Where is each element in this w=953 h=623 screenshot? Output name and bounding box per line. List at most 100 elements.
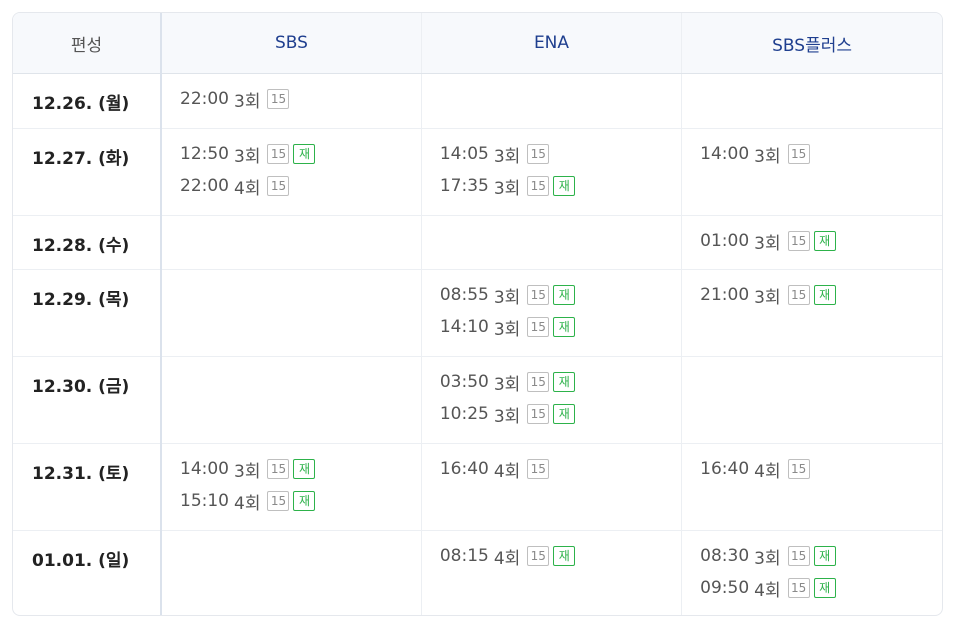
airing-slot[interactable]: 12:50 3회 15 재 bbox=[180, 142, 421, 167]
rerun-badge: 재 bbox=[813, 231, 836, 251]
age-rating-badge: 15 bbox=[527, 176, 550, 196]
airing-time: 14:10 bbox=[439, 317, 489, 337]
rerun-badge: 재 bbox=[553, 372, 576, 392]
airing-time: 22:00 bbox=[180, 89, 229, 109]
schedule-cell-sbs: 12:50 3회 15 재 22:00 4회 15 bbox=[160, 128, 422, 216]
schedule-cell-sbs-plus: 01:00 3회 15 재 bbox=[681, 215, 942, 270]
airing-slot[interactable]: 08:30 3회 15 재 bbox=[700, 544, 942, 569]
schedule-cell-sbs bbox=[160, 269, 422, 357]
airing-slot[interactable]: 22:00 3회 15 bbox=[180, 87, 421, 112]
schedule-cell-sbs-plus: 08:30 3회 15 재 09:50 4회 15 재 bbox=[681, 530, 942, 615]
airing-time: 01:00 bbox=[700, 231, 750, 251]
age-rating-badge: 15 bbox=[527, 144, 550, 164]
age-rating-badge: 15 bbox=[787, 231, 810, 251]
episode-number: 3회 bbox=[754, 287, 781, 308]
airing-slot[interactable]: 03:50 3회 15 재 bbox=[439, 370, 681, 395]
age-rating-badge: 15 bbox=[787, 144, 810, 164]
age-rating-badge: 15 bbox=[527, 459, 550, 479]
rerun-badge: 재 bbox=[553, 176, 576, 196]
header-row: 편성 SBS ENA SBS플러스 bbox=[13, 13, 942, 74]
date-cell: 12.30. (금) bbox=[13, 356, 162, 444]
schedule-cell-sbs: 14:00 3회 15 재 15:10 4회 15 재 bbox=[160, 443, 422, 531]
airing-time: 14:00 bbox=[700, 144, 750, 164]
episode-number: 3회 bbox=[493, 287, 521, 308]
age-rating-badge: 15 bbox=[267, 491, 290, 511]
schedule-table-container: 편성 SBS ENA SBS플러스 12.26. (월) 22:00 3회 15 12.… bbox=[12, 12, 943, 616]
airing-slot[interactable]: 21:00 3회 15 재 bbox=[700, 283, 942, 308]
airing-slot[interactable]: 14:05 3회 15 bbox=[439, 142, 681, 167]
airing-time: 21:00 bbox=[700, 285, 750, 305]
schedule-cell-sbs bbox=[160, 356, 422, 444]
episode-number: 3회 bbox=[234, 91, 261, 112]
schedule-row: 12.26. (월) 22:00 3회 15 bbox=[13, 73, 942, 129]
date-cell: 12.26. (월) bbox=[13, 73, 162, 129]
age-rating-badge: 15 bbox=[787, 459, 810, 479]
date-cell: 12.29. (목) bbox=[13, 269, 162, 357]
rerun-badge: 재 bbox=[293, 144, 316, 164]
rerun-badge: 재 bbox=[813, 546, 836, 566]
episode-number: 3회 bbox=[493, 374, 521, 395]
broadcast-schedule-table: 편성 SBS ENA SBS플러스 12.26. (월) 22:00 3회 15 12.… bbox=[13, 13, 942, 615]
airing-time: 08:55 bbox=[439, 285, 489, 305]
airing-slot[interactable]: 08:55 3회 15 재 bbox=[439, 283, 681, 308]
age-rating-badge: 15 bbox=[787, 546, 810, 566]
schedule-cell-sbs-plus: 14:00 3회 15 bbox=[681, 128, 942, 216]
airing-time: 22:00 bbox=[180, 176, 229, 196]
airing-slot[interactable]: 09:50 4회 15 재 bbox=[700, 576, 942, 601]
schedule-cell-ena: 14:05 3회 15 17:35 3회 15 재 bbox=[420, 128, 682, 216]
airing-time: 17:35 bbox=[439, 176, 489, 196]
rerun-badge: 재 bbox=[293, 459, 316, 479]
age-rating-badge: 15 bbox=[527, 546, 550, 566]
rerun-badge: 재 bbox=[813, 578, 836, 598]
schedule-cell-sbs-plus: 16:40 4회 15 bbox=[681, 443, 942, 531]
airing-slot[interactable]: 14:00 3회 15 bbox=[700, 142, 942, 167]
schedule-cell-sbs-plus bbox=[681, 73, 942, 129]
airing-slot[interactable]: 14:10 3회 15 재 bbox=[439, 315, 681, 340]
episode-number: 3회 bbox=[754, 146, 781, 167]
airing-slot[interactable]: 15:10 4회 15 재 bbox=[180, 489, 421, 514]
schedule-cell-ena bbox=[420, 73, 682, 129]
date-cell: 12.31. (토) bbox=[13, 443, 162, 531]
schedule-cell-ena: 08:15 4회 15 재 bbox=[420, 530, 682, 615]
airing-time: 16:40 bbox=[439, 459, 489, 479]
header-corner: 편성 bbox=[13, 13, 162, 74]
rerun-badge: 재 bbox=[813, 285, 836, 305]
airing-slot[interactable]: 08:15 4회 15 재 bbox=[439, 544, 681, 569]
airing-slot[interactable]: 16:40 4회 15 bbox=[700, 457, 942, 482]
airing-time: 08:30 bbox=[700, 546, 750, 566]
age-rating-badge: 15 bbox=[267, 89, 290, 109]
date-cell: 12.28. (수) bbox=[13, 215, 162, 270]
schedule-cell-ena bbox=[420, 215, 682, 270]
rerun-badge: 재 bbox=[553, 317, 576, 337]
age-rating-badge: 15 bbox=[787, 285, 810, 305]
episode-number: 3회 bbox=[754, 548, 781, 569]
airing-slot[interactable]: 10:25 3회 15 재 bbox=[440, 402, 681, 427]
episode-number: 3회 bbox=[493, 319, 521, 340]
airing-time: 08:15 bbox=[439, 546, 489, 566]
channel-header-sbs: SBS bbox=[160, 13, 422, 74]
airing-time: 09:50 bbox=[700, 578, 750, 598]
airing-time: 03:50 bbox=[439, 372, 489, 392]
airing-slot[interactable]: 17:35 3회 15 재 bbox=[439, 174, 681, 199]
age-rating-badge: 15 bbox=[527, 372, 550, 392]
airing-time: 14:05 bbox=[439, 144, 489, 164]
age-rating-badge: 15 bbox=[527, 404, 550, 424]
episode-number: 3회 bbox=[234, 146, 261, 167]
episode-number: 4회 bbox=[754, 580, 781, 601]
airing-slot[interactable]: 16:40 4회 15 bbox=[439, 457, 681, 482]
episode-number: 4회 bbox=[234, 493, 261, 514]
channel-header-ena: ENA bbox=[420, 13, 682, 74]
schedule-row: 12.30. (금) 03:50 3회 15 재 10:25 3회 15 재 bbox=[13, 356, 942, 444]
episode-number: 3회 bbox=[493, 406, 521, 427]
schedule-cell-ena: 03:50 3회 15 재 10:25 3회 15 재 bbox=[420, 356, 682, 444]
schedule-row: 12.29. (목) 08:55 3회 15 재 14:10 3회 15 재 21:00 3회 15 재 bbox=[13, 269, 942, 357]
schedule-row: 01.01. (일) 08:15 4회 15 재 08:30 3회 15 재 09:50 4회 15 재 bbox=[13, 530, 942, 615]
rerun-badge: 재 bbox=[293, 491, 316, 511]
airing-slot[interactable]: 14:00 3회 15 재 bbox=[180, 457, 421, 482]
schedule-body: 12.26. (월) 22:00 3회 15 12.27. (화) 12:50 3회 15 재 2… bbox=[13, 73, 942, 615]
schedule-row: 12.27. (화) 12:50 3회 15 재 22:00 4회 15 14:05 3회 15 17… bbox=[13, 128, 942, 216]
airing-slot[interactable]: 22:00 4회 15 bbox=[180, 174, 421, 199]
schedule-row: 12.28. (수) 01:00 3회 15 재 bbox=[13, 215, 942, 270]
airing-slot[interactable]: 01:00 3회 15 재 bbox=[700, 229, 942, 254]
episode-number: 3회 bbox=[493, 146, 521, 167]
